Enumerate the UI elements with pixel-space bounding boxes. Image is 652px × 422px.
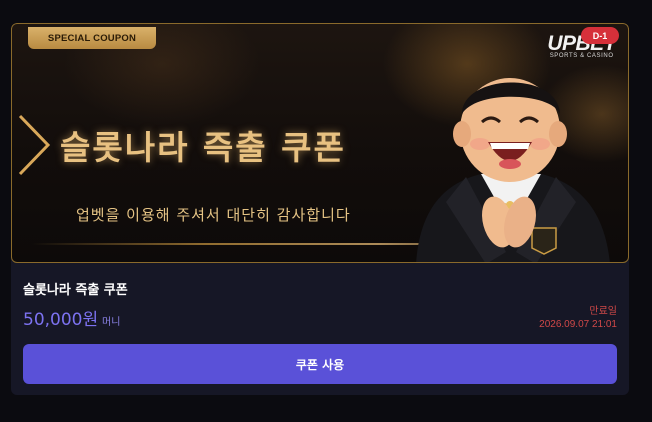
banner-title: 슬롯나라 즉출 쿠폰	[60, 128, 346, 167]
coupon-amount: 50,000원	[23, 310, 99, 330]
coupon-amount-unit: 머니	[102, 317, 121, 328]
coupon-banner: SPECIAL COUPON 슬롯나라 즉출 쿠폰 업벳을 이용해 주셔서 대단…	[11, 23, 629, 263]
coupon-name: 슬롯나라 즉출 쿠폰	[23, 283, 128, 298]
use-coupon-button[interactable]: 쿠폰 사용	[23, 344, 617, 384]
special-coupon-tag: SPECIAL COUPON	[28, 27, 156, 49]
coupon-card: SPECIAL COUPON 슬롯나라 즉출 쿠폰 업벳을 이용해 주셔서 대단…	[11, 23, 629, 395]
expiry-date: 2026.09.07 21:01	[539, 319, 617, 330]
expiry-label: 만료일	[589, 306, 617, 317]
chevron-right-icon	[18, 114, 51, 176]
mascot-illustration	[416, 78, 610, 262]
banner-subtitle: 업벳을 이용해 주셔서 대단히 감사합니다	[76, 206, 351, 224]
d-day-badge: D-1	[581, 27, 619, 44]
